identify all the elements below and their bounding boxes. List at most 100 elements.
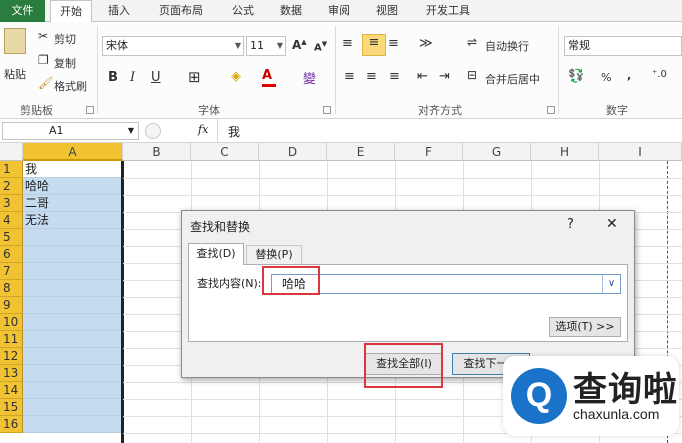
row-header[interactable]: 12 — [0, 348, 23, 365]
row-header[interactable]: 2 — [0, 178, 23, 195]
align-bottom-icon[interactable]: ≡ — [388, 36, 399, 51]
column-header-c[interactable]: C — [191, 143, 259, 161]
row-header[interactable]: 1 — [0, 161, 23, 178]
font-launcher-icon[interactable] — [323, 106, 331, 114]
decrease-indent-icon[interactable]: ⇤ — [417, 69, 428, 84]
cell-a15[interactable] — [23, 399, 123, 416]
italic-button[interactable]: I — [130, 70, 135, 85]
tab-data[interactable]: 数据 — [270, 0, 312, 22]
merge-center-button[interactable]: 合并后居中 — [485, 71, 540, 87]
name-box[interactable]: A1 ▼ — [2, 122, 139, 140]
tab-insert[interactable]: 插入 — [98, 0, 140, 22]
row-header[interactable]: 9 — [0, 297, 23, 314]
row-header[interactable]: 15 — [0, 399, 23, 416]
cell-a7[interactable] — [23, 263, 123, 280]
copy-button[interactable]: 复制 — [54, 55, 76, 71]
phonetic-icon[interactable]: 變 — [303, 68, 316, 87]
increase-indent-icon[interactable]: ⇥ — [439, 69, 450, 84]
cut-button[interactable]: 剪切 — [54, 31, 76, 47]
ribbon-tabs: 文件 开始 插入 页面布局 公式 数据 审阅 视图 开发工具 — [0, 0, 682, 23]
tab-page-layout[interactable]: 页面布局 — [150, 0, 212, 22]
align-middle-icon[interactable]: ≡ — [362, 34, 386, 56]
select-all-corner[interactable] — [0, 143, 23, 161]
row-header[interactable]: 3 — [0, 195, 23, 212]
font-name-select[interactable]: 宋体 ▼ — [102, 36, 244, 56]
cell-a1[interactable]: 我 — [23, 161, 123, 178]
fill-color-icon[interactable]: ◈ — [231, 69, 241, 84]
percent-button[interactable]: % — [601, 71, 611, 84]
cell-a11[interactable] — [23, 331, 123, 348]
insert-function-icon[interactable]: fx — [198, 123, 208, 136]
column-header-e[interactable]: E — [327, 143, 395, 161]
cell-a16[interactable] — [23, 416, 123, 433]
column-header-b[interactable]: B — [123, 143, 191, 161]
grow-font-icon[interactable]: A▲ — [292, 38, 307, 52]
column-header-a[interactable]: A — [23, 143, 123, 161]
number-format-select[interactable]: 常规 — [564, 36, 682, 56]
underline-button[interactable]: U — [151, 70, 161, 85]
format-painter-button[interactable]: 格式刷 — [54, 78, 87, 94]
cell-a12[interactable] — [23, 348, 123, 365]
cell-a13[interactable] — [23, 365, 123, 382]
cell-a6[interactable] — [23, 246, 123, 263]
wrap-text-button[interactable]: 自动换行 — [485, 38, 529, 54]
row-header[interactable]: 16 — [0, 416, 23, 433]
paste-button[interactable]: 粘贴 — [4, 66, 26, 82]
tab-find[interactable]: 查找(D) — [188, 243, 244, 265]
increase-decimal-icon[interactable]: ⁺.0 — [652, 69, 667, 80]
magnifier-logo-icon: Q — [511, 368, 567, 424]
row-header[interactable]: 13 — [0, 365, 23, 382]
row-header[interactable]: 5 — [0, 229, 23, 246]
cell-a9[interactable] — [23, 297, 123, 314]
column-header-i[interactable]: I — [599, 143, 682, 161]
formula-input[interactable]: 我 — [228, 123, 240, 140]
column-header-f[interactable]: F — [395, 143, 463, 161]
column-header-d[interactable]: D — [259, 143, 327, 161]
font-size-select[interactable]: 11 ▼ — [246, 36, 286, 56]
border-icon[interactable]: ⊞ — [188, 68, 201, 86]
tab-file[interactable]: 文件 — [0, 0, 45, 22]
comma-button[interactable]: , — [627, 69, 631, 82]
cell-a10[interactable] — [23, 314, 123, 331]
tab-review[interactable]: 审阅 — [318, 0, 360, 22]
help-button[interactable]: ? — [567, 217, 574, 232]
number-format-value: 常规 — [568, 39, 590, 52]
font-color-icon[interactable]: A — [262, 68, 272, 83]
alignment-launcher-icon[interactable] — [547, 106, 555, 114]
column-header-g[interactable]: G — [463, 143, 531, 161]
find-input[interactable]: 哈哈 ∨ — [271, 274, 621, 294]
row-header[interactable]: 4 — [0, 212, 23, 229]
cell-a4[interactable]: 无法 — [23, 212, 123, 229]
tab-developer[interactable]: 开发工具 — [418, 0, 478, 22]
row-header[interactable]: 8 — [0, 280, 23, 297]
row-header[interactable]: 7 — [0, 263, 23, 280]
row-header[interactable]: 10 — [0, 314, 23, 331]
tab-replace[interactable]: 替换(P) — [246, 245, 302, 265]
cell-a14[interactable] — [23, 382, 123, 399]
align-center-icon[interactable]: ≡ — [366, 69, 377, 84]
align-right-icon[interactable]: ≡ — [389, 69, 400, 84]
align-left-icon[interactable]: ≡ — [344, 69, 355, 84]
cell-a3[interactable]: 二哥 — [23, 195, 123, 212]
row-header[interactable]: 6 — [0, 246, 23, 263]
cell-a8[interactable] — [23, 280, 123, 297]
bold-button[interactable]: B — [108, 70, 118, 85]
chevron-down-icon[interactable]: ∨ — [602, 275, 620, 293]
tab-view[interactable]: 视图 — [366, 0, 408, 22]
row-header[interactable]: 11 — [0, 331, 23, 348]
close-icon[interactable]: ✕ — [606, 216, 618, 232]
currency-icon[interactable]: 💱 — [568, 69, 584, 84]
orientation-icon[interactable]: ≫ — [419, 36, 433, 51]
clipboard-launcher-icon[interactable] — [86, 106, 94, 114]
shrink-font-icon[interactable]: A▼ — [314, 40, 327, 53]
row-header[interactable]: 14 — [0, 382, 23, 399]
cell-a5[interactable] — [23, 229, 123, 246]
formula-bar-handle[interactable] — [145, 123, 161, 139]
tab-home[interactable]: 开始 — [50, 0, 92, 23]
options-button[interactable]: 选项(T) >> — [549, 317, 621, 337]
align-top-icon[interactable]: ≡ — [342, 36, 353, 51]
cell-a2[interactable]: 哈哈 — [23, 178, 123, 195]
paste-icon[interactable] — [4, 28, 26, 54]
tab-formulas[interactable]: 公式 — [222, 0, 264, 22]
column-header-h[interactable]: H — [531, 143, 599, 161]
